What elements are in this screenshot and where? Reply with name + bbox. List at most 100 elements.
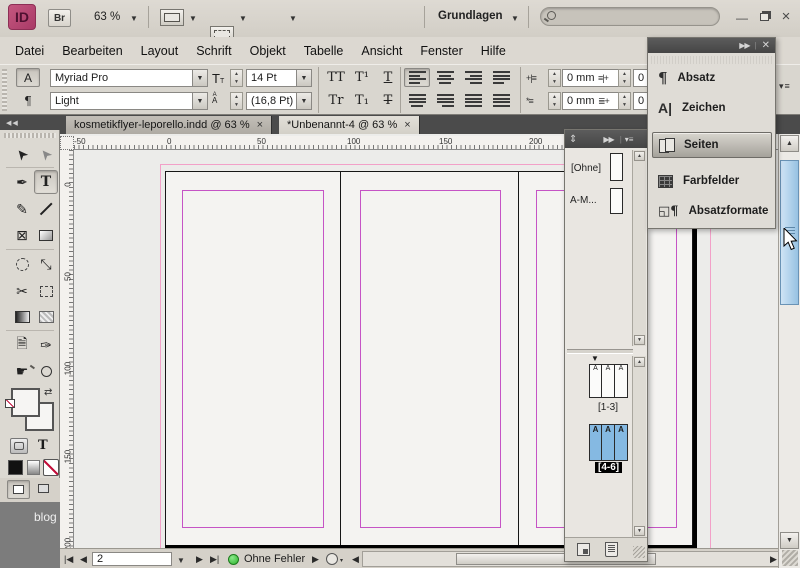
close-button[interactable]: × (777, 9, 795, 24)
tab-close-icon[interactable]: × (404, 119, 410, 131)
font-family-combo[interactable]: Myriad Pro ▼ (50, 69, 208, 87)
view-options-button[interactable] (160, 9, 184, 26)
preflight-menu-icon[interactable] (326, 553, 338, 565)
spread-4-6-label[interactable]: [4-6] (595, 462, 622, 473)
masters-scrollbar[interactable]: ▲ ▼ (632, 150, 646, 346)
pages-scroll-down-icon[interactable]: ▼ (634, 526, 645, 536)
space-after-stepper[interactable]: ▲▼ (618, 92, 631, 110)
align-center-button[interactable] (432, 68, 458, 87)
menu-ansicht[interactable]: Ansicht (352, 41, 411, 61)
swap-fill-stroke-icon[interactable]: ⇄ (44, 387, 52, 398)
first-page-button[interactable]: |◀ (64, 554, 73, 565)
next-page-button[interactable]: ▶ (196, 554, 203, 565)
vertical-scrollbar[interactable]: ▲ ▼ (778, 134, 800, 568)
type-tool-icon-selected[interactable]: T (34, 170, 58, 194)
apply-gradient-button[interactable] (27, 460, 40, 475)
last-page-button[interactable]: ▶| (210, 554, 219, 565)
leading-dropdown-icon[interactable]: ▼ (296, 93, 311, 109)
minimize-button[interactable]: — (733, 10, 751, 25)
paragraph-formatting-mode-button[interactable]: ¶ (16, 91, 40, 110)
dock-item-absatz[interactable]: ¶ Absatz (652, 65, 772, 91)
dock-close-icon[interactable]: ✕ (762, 40, 770, 51)
dock-item-farbfelder[interactable]: Farbfelder (652, 168, 772, 194)
spread-1-3-label[interactable]: [1-3] (598, 402, 618, 413)
new-page-button[interactable] (577, 543, 590, 556)
preview-mode-button[interactable] (33, 480, 56, 499)
panel-cycle-icon[interactable]: ⇕ (569, 134, 577, 145)
dock-item-zeichen[interactable]: A| Zeichen (652, 95, 772, 121)
tools-panel-grip[interactable] (4, 133, 56, 138)
page-thumbnail[interactable]: A (602, 364, 615, 398)
fill-swatch-none[interactable] (11, 388, 40, 417)
dock-item-seiten-selected[interactable]: Seiten (652, 132, 772, 158)
rotate-tool-icon[interactable] (10, 252, 34, 276)
small-caps-button[interactable]: Tr (324, 93, 348, 108)
restore-button[interactable] (755, 9, 773, 24)
justify-last-center-button[interactable] (404, 91, 430, 110)
normal-view-mode-button[interactable] (7, 480, 30, 499)
scissors-tool-icon[interactable]: ✂ (10, 279, 34, 303)
tab-unbenannt-4-active[interactable]: *Unbenannt-4 @ 63 % × (279, 116, 420, 134)
frame-tool-icon[interactable]: ⊠ (10, 223, 34, 247)
indent-right-stepper[interactable]: ▲▼ (618, 69, 631, 87)
apply-none-button[interactable] (43, 459, 59, 476)
hscroll-right-arrow[interactable]: ▶ (770, 554, 777, 565)
panel-menu-icon[interactable]: ▾≡ (625, 135, 634, 144)
line-tool-icon[interactable] (34, 197, 58, 221)
page-thumbnail[interactable]: A (589, 364, 602, 398)
gradient-tool-icon[interactable] (10, 305, 34, 329)
indent-first-line-stepper[interactable]: ▲▼ (548, 92, 561, 110)
menu-bearbeiten[interactable]: Bearbeiten (53, 41, 131, 61)
bridge-button[interactable]: Br (48, 9, 71, 27)
justify-last-left-button[interactable] (488, 68, 514, 87)
selection-tool-icon[interactable]: ➤ (10, 142, 34, 166)
master-a-thumbnail[interactable] (610, 188, 623, 214)
spread-4-6-thumbnails-selected[interactable]: A A A (589, 424, 628, 461)
master-a-label[interactable]: A-M... (570, 195, 597, 206)
font-size-dropdown-icon[interactable]: ▼ (296, 70, 311, 86)
default-fill-stroke-icon[interactable] (5, 399, 15, 408)
font-style-dropdown-icon[interactable]: ▼ (192, 93, 207, 109)
free-transform-tool-icon[interactable] (34, 279, 58, 303)
tools-panel-header[interactable]: ◀◀ (0, 115, 60, 130)
vertical-ruler[interactable]: 0 50 100 150 200 (60, 150, 74, 548)
menu-tabelle[interactable]: Tabelle (295, 41, 353, 61)
workspace-dropdown-icon[interactable]: ▼ (511, 14, 519, 23)
scale-tool-icon[interactable]: ⤡ (34, 252, 58, 276)
zoom-level-dropdown-icon[interactable]: ▼ (130, 14, 138, 23)
spread-1-3-thumbnails[interactable]: A A A (589, 364, 628, 398)
subscript-button[interactable]: T₁ (350, 93, 374, 108)
indent-left-stepper[interactable]: ▲▼ (548, 69, 561, 87)
page-number-field[interactable]: 2 (92, 552, 172, 566)
collapse-panel-icon[interactable]: ▶▶ (603, 135, 613, 144)
menu-objekt[interactable]: Objekt (241, 41, 295, 61)
vscroll-up-arrow[interactable]: ▲ (780, 135, 799, 152)
expand-panels-icon[interactable]: ▶▶ (739, 41, 749, 50)
underline-button[interactable]: T (376, 70, 400, 85)
font-size-combo[interactable]: 14 Pt ▼ (246, 69, 312, 87)
control-panel-menu-icon[interactable]: ▾≡ (779, 81, 791, 92)
view-options-dropdown-icon[interactable]: ▼ (189, 14, 197, 23)
justify-button[interactable] (488, 91, 514, 110)
master-none-label[interactable]: [Ohne] (571, 163, 601, 174)
menu-hilfe[interactable]: Hilfe (472, 41, 515, 61)
dock-item-absatzformate[interactable]: ◱¶ Absatzformate (652, 198, 772, 224)
leading-stepper[interactable]: ▲▼ (230, 92, 243, 110)
workspace-switcher[interactable]: Grundlagen (438, 10, 503, 22)
font-family-dropdown-icon[interactable]: ▼ (192, 70, 207, 86)
page-thumbnail[interactable]: A (615, 364, 628, 398)
pen-tool-icon[interactable]: ✒ (10, 170, 34, 194)
all-caps-button[interactable]: TT (324, 70, 348, 85)
align-left-button[interactable] (404, 68, 430, 87)
search-input[interactable] (540, 7, 720, 26)
panel-resize-grip[interactable] (633, 546, 645, 558)
pencil-tool-icon[interactable]: ✎ (10, 197, 34, 221)
vscroll-down-arrow[interactable]: ▼ (780, 532, 799, 549)
zoom-tool-icon[interactable] (34, 359, 58, 383)
preflight-menu-dropdown-icon[interactable]: ▾ (340, 557, 343, 564)
delete-page-button[interactable] (605, 542, 618, 557)
apply-color-button[interactable] (8, 460, 23, 475)
leading-combo[interactable]: (16,8 Pt) ▼ (246, 92, 312, 110)
tab-kosmetikflyer[interactable]: kosmetikflyer-leporello.indd @ 63 % × (66, 116, 272, 134)
screen-mode-dropdown-icon[interactable]: ▼ (239, 14, 247, 23)
